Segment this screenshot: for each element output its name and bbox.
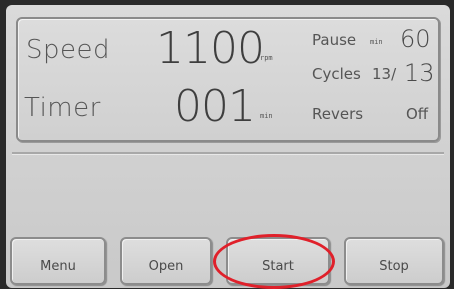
pause-value: 60 xyxy=(400,25,431,53)
status-panel: Speed 1100 rpm Timer 001 min Pause min 6… xyxy=(16,17,440,142)
touch-screen: Speed 1100 rpm Timer 001 min Pause min 6… xyxy=(6,5,450,288)
pause-label: Pause xyxy=(312,31,357,49)
reverse-value: Off xyxy=(406,105,429,123)
cycles-label: Cycles xyxy=(312,65,361,83)
speed-label: Speed xyxy=(26,35,111,65)
open-button-label: Open xyxy=(148,258,184,274)
speed-value: 1100 xyxy=(156,23,265,74)
timer-unit: min xyxy=(260,112,273,120)
menu-button[interactable]: Menu xyxy=(10,237,106,285)
divider xyxy=(12,152,444,154)
start-button-label: Start xyxy=(262,258,294,274)
start-button[interactable]: Start xyxy=(226,237,330,285)
pause-unit: min xyxy=(370,38,383,46)
speed-unit: rpm xyxy=(260,54,273,62)
menu-button-label: Menu xyxy=(40,258,76,274)
reverse-label: Revers xyxy=(312,105,364,123)
timer-value: 001 xyxy=(174,81,256,132)
timer-label: Timer xyxy=(24,93,101,123)
open-button[interactable]: Open xyxy=(120,237,212,285)
stop-button[interactable]: Stop xyxy=(344,237,444,285)
stop-button-label: Stop xyxy=(379,258,409,274)
cycles-total: 13 xyxy=(404,59,435,87)
cycles-current: 13/ xyxy=(372,65,397,83)
